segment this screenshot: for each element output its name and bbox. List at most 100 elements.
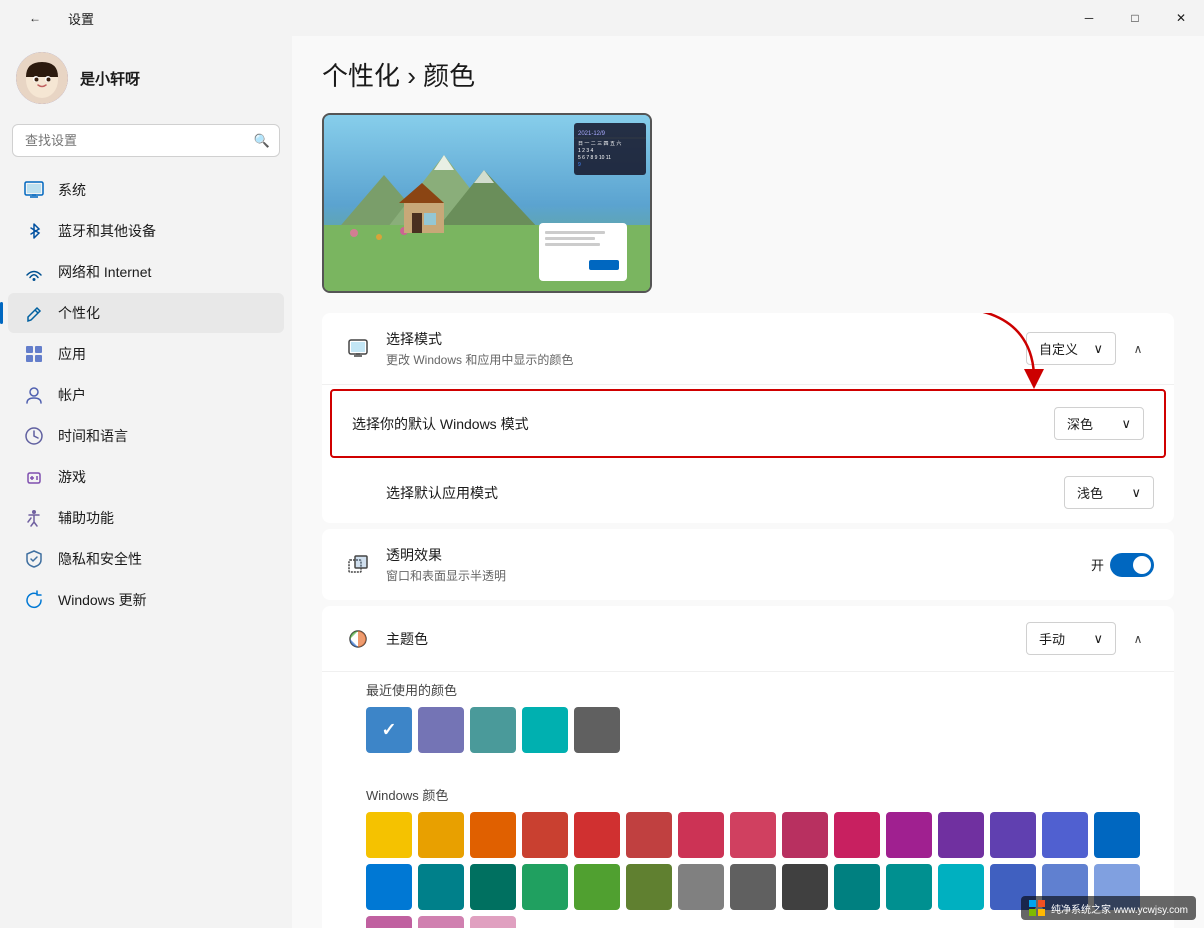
windows-swatch-25[interactable] [886,864,932,910]
page-title: 个性化 › 颜色 [322,56,1174,93]
windows-swatch-19[interactable] [574,864,620,910]
windows-colors-label: Windows 颜色 [322,785,1174,804]
minimize-button[interactable]: ─ [1066,0,1112,36]
windows-swatch-32[interactable] [470,916,516,928]
nav-label-system: 系统 [58,180,86,200]
nav-label-windows-update: Windows 更新 [58,590,147,610]
app-mode-row: 选择默认应用模式 浅色 ∨ [322,462,1174,523]
close-button[interactable]: ✕ [1158,0,1204,36]
sidebar-item-personalization[interactable]: 个性化 [8,293,284,333]
windows-swatch-7[interactable] [730,812,776,858]
preview-image: 2021-12/9 日 一 二 三 四 五 六 1 2 3 4 5 6 7 8 … [322,113,652,293]
windows-swatch-5[interactable] [626,812,672,858]
titlebar-controls: ─ □ ✕ [1066,0,1204,36]
recent-swatch-1[interactable] [418,707,464,753]
sidebar-item-apps[interactable]: 应用 [8,334,284,374]
theme-color-expand-btn[interactable]: ∧ [1122,623,1154,655]
mode-desc: 更改 Windows 和应用中显示的颜色 [386,351,1026,368]
back-button[interactable]: ← [12,0,58,36]
windows-swatch-16[interactable] [418,864,464,910]
windows-swatch-8[interactable] [782,812,828,858]
windows-swatch-0[interactable] [366,812,412,858]
theme-color-value: 手动 [1039,629,1065,648]
transparency-icon [342,549,374,581]
privacy-icon [24,549,44,569]
transparency-desc: 窗口和表面显示半透明 [386,567,1091,584]
watermark: 纯净系统之家 www.ycwjsy.com [1021,896,1196,920]
nav-label-accessibility: 辅助功能 [58,508,114,528]
windows-mode-control: 深色 ∨ [1054,407,1144,440]
mode-value: 自定义 [1039,339,1078,358]
time-icon [24,426,44,446]
watermark-icon [1029,900,1045,916]
recent-swatch-3[interactable] [522,707,568,753]
windows-swatch-10[interactable] [886,812,932,858]
windows-mode-wrapper: 选择你的默认 Windows 模式 深色 ∨ [322,389,1174,458]
sidebar-item-time[interactable]: 时间和语言 [8,416,284,456]
theme-color-content: 主题色 [386,629,1026,649]
recent-swatch-4[interactable] [574,707,620,753]
transparency-toggle[interactable] [1110,553,1154,577]
sidebar-item-windows-update[interactable]: Windows 更新 [8,580,284,620]
windows-swatch-1[interactable] [418,812,464,858]
windows-swatch-23[interactable] [782,864,828,910]
maximize-button[interactable]: □ [1112,0,1158,36]
sidebar-item-accounts[interactable]: 帐户 [8,375,284,415]
app-mode-chevron: ∨ [1131,485,1141,501]
windows-swatch-11[interactable] [938,812,984,858]
mode-content: 选择模式 更改 Windows 和应用中显示的颜色 [386,329,1026,368]
windows-swatch-2[interactable] [470,812,516,858]
transparency-control: 开 [1091,553,1154,577]
mode-expand-btn[interactable]: ∧ [1122,333,1154,365]
content-area: 个性化 › 颜色 [292,36,1204,928]
sidebar-item-privacy[interactable]: 隐私和安全性 [8,539,284,579]
windows-swatch-31[interactable] [418,916,464,928]
windows-swatch-15[interactable] [366,864,412,910]
windows-mode-dropdown[interactable]: 深色 ∨ [1054,407,1144,440]
nav-label-bluetooth: 蓝牙和其他设备 [58,221,156,241]
transparency-title: 透明效果 [386,545,1091,565]
mode-chevron: ∨ [1093,341,1103,357]
theme-color-dropdown[interactable]: 手动 ∨ [1026,622,1116,655]
windows-swatch-4[interactable] [574,812,620,858]
windows-swatch-12[interactable] [990,812,1036,858]
mode-icon [342,333,374,365]
mode-dropdown[interactable]: 自定义 ∨ [1026,332,1116,365]
recent-swatch-2[interactable] [470,707,516,753]
avatar-image [16,52,68,104]
user-name: 是小轩呀 [80,68,140,89]
windows-swatch-6[interactable] [678,812,724,858]
titlebar-title: 设置 [68,9,94,28]
sidebar-item-network[interactable]: 网络和 Internet [8,252,284,292]
windows-swatch-18[interactable] [522,864,568,910]
theme-color-chevron: ∨ [1093,631,1103,647]
sidebar-item-system[interactable]: 系统 [8,170,284,210]
user-section: 是小轩呀 [0,36,292,124]
app-mode-value: 浅色 [1077,483,1103,502]
sidebar-item-accessibility[interactable]: 辅助功能 [8,498,284,538]
windows-swatch-21[interactable] [678,864,724,910]
windows-swatch-30[interactable] [366,916,412,928]
windows-swatch-26[interactable] [938,864,984,910]
titlebar-left: ← 设置 [12,0,94,36]
windows-swatch-14[interactable] [1094,812,1140,858]
app-mode-dropdown[interactable]: 浅色 ∨ [1064,476,1154,509]
sidebar-item-bluetooth[interactable]: 蓝牙和其他设备 [8,211,284,251]
windows-swatch-20[interactable] [626,864,672,910]
windows-mode-content: 选择你的默认 Windows 模式 [352,414,1054,434]
nav-label-gaming: 游戏 [58,467,86,487]
recent-swatch-0[interactable] [366,707,412,753]
system-icon [24,180,44,200]
windows-swatch-22[interactable] [730,864,776,910]
mode-control: 自定义 ∨ ∧ [1026,332,1154,365]
windows-swatch-24[interactable] [834,864,880,910]
windows-swatch-3[interactable] [522,812,568,858]
windows-swatch-13[interactable] [1042,812,1088,858]
windows-swatch-17[interactable] [470,864,516,910]
nav-label-time: 时间和语言 [58,426,128,446]
sidebar-item-gaming[interactable]: 游戏 [8,457,284,497]
windows-swatch-9[interactable] [834,812,880,858]
toggle-knob [1133,556,1151,574]
nav-container: 系统蓝牙和其他设备网络和 Internet个性化应用帐户时间和语言游戏辅助功能隐… [0,169,292,621]
search-input[interactable] [12,124,280,157]
